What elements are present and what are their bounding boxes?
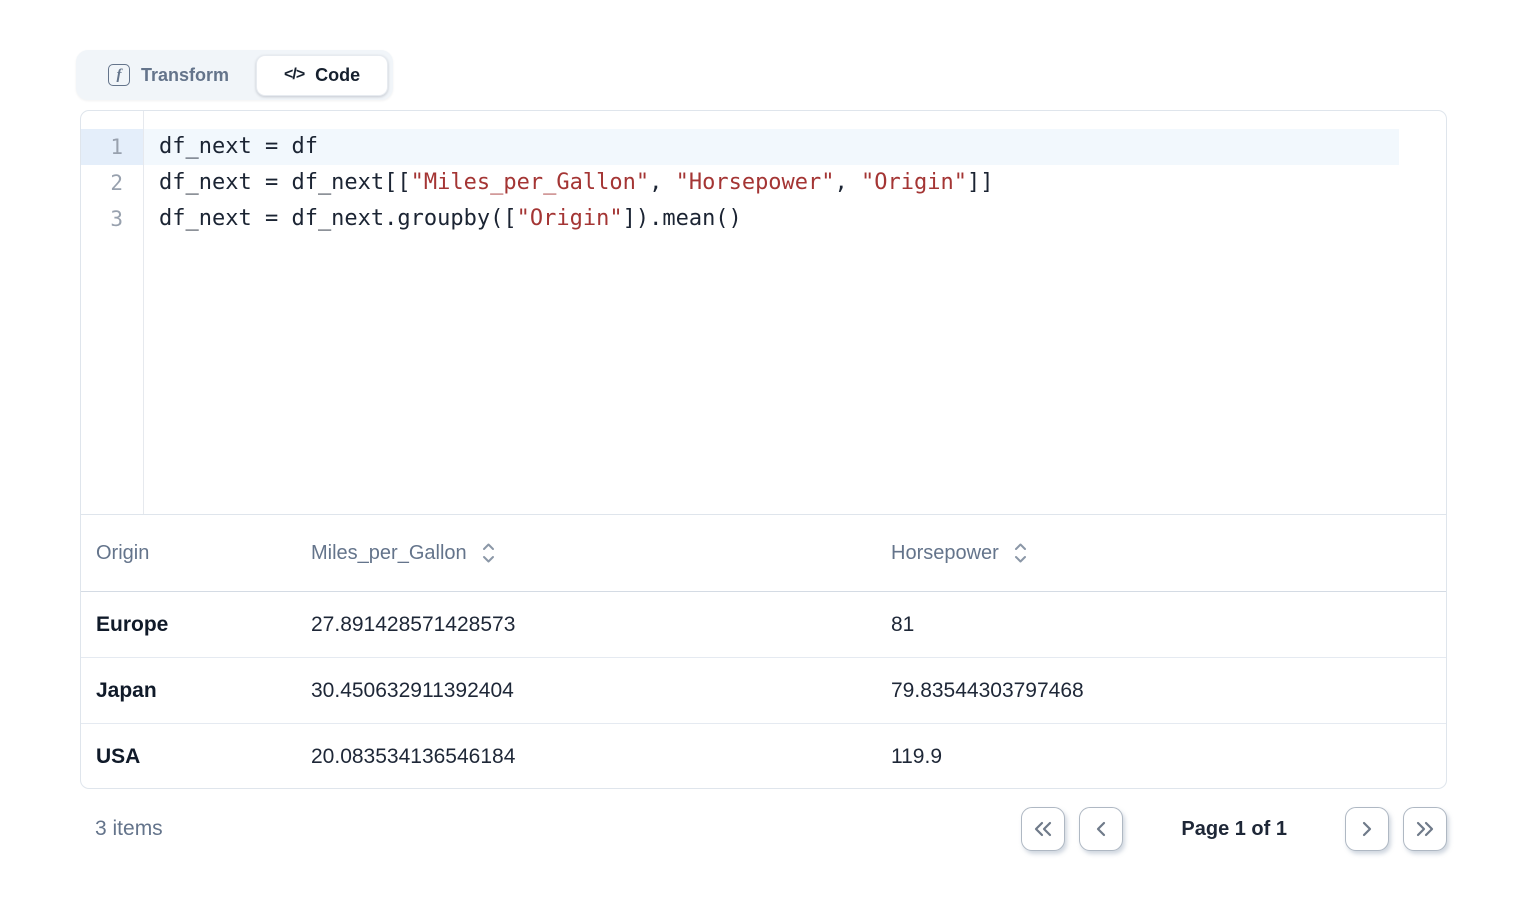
line-number: 2 bbox=[81, 165, 143, 201]
column-header-miles-per-gallon[interactable]: Miles_per_Gallon bbox=[311, 542, 891, 565]
code-token-plain: df_next = df bbox=[159, 134, 318, 159]
cell-horsepower: 79.83544303797468 bbox=[891, 679, 1446, 703]
code-line[interactable]: df_next = df_next.groupby(["Origin"]).me… bbox=[144, 201, 1399, 237]
table-row: Japan30.45063291139240479.83544303797468 bbox=[81, 658, 1446, 724]
code-line[interactable]: df_next = df_next[["Miles_per_Gallon", "… bbox=[144, 165, 1399, 201]
cell-horsepower: 81 bbox=[891, 613, 1446, 637]
tab-transform[interactable]: f Transform bbox=[81, 55, 256, 96]
column-header-hp-label: Horsepower bbox=[891, 542, 999, 565]
table-row: Europe27.89142857142857381 bbox=[81, 592, 1446, 658]
cell-origin: USA bbox=[81, 745, 311, 769]
page: f Transform </> Code 123 df_next = dfdf_… bbox=[0, 0, 1516, 918]
code-token-string: "Origin" bbox=[517, 206, 623, 231]
column-header-mpg-label: Miles_per_Gallon bbox=[311, 542, 467, 565]
chevron-left-icon bbox=[1092, 820, 1110, 838]
editor-code-column[interactable]: df_next = df df_next = df_next[["Miles_pe… bbox=[144, 111, 1446, 514]
double-chevron-left-icon bbox=[1032, 820, 1054, 838]
code-token-plain: , bbox=[835, 170, 862, 195]
column-header-origin: Origin bbox=[81, 542, 311, 565]
view-toggle-tabbar: f Transform </> Code bbox=[76, 50, 393, 100]
column-header-horsepower[interactable]: Horsepower bbox=[891, 542, 1446, 565]
tab-code-label: Code bbox=[315, 65, 360, 86]
code-editor[interactable]: 123 df_next = df df_next = df_next[["Mile… bbox=[81, 111, 1446, 514]
page-indicator: Page 1 of 1 bbox=[1181, 818, 1287, 841]
prev-page-button[interactable] bbox=[1079, 807, 1123, 851]
table-body: Europe27.89142857142857381Japan30.450632… bbox=[81, 592, 1446, 789]
items-count: 3 items bbox=[80, 817, 163, 841]
tab-code[interactable]: </> Code bbox=[256, 55, 388, 96]
table-header-row: Origin Miles_per_Gallon bbox=[81, 515, 1446, 592]
column-header-origin-label: Origin bbox=[96, 542, 149, 565]
result-table: Origin Miles_per_Gallon bbox=[81, 514, 1446, 789]
editor-gutter: 123 bbox=[81, 111, 144, 514]
code-line[interactable]: df_next = df bbox=[144, 129, 1399, 165]
code-and-table-panel: 123 df_next = df df_next = df_next[["Mile… bbox=[80, 110, 1447, 789]
table-footer: 3 items Page 1 of 1 bbox=[80, 789, 1447, 869]
sort-updown-icon[interactable] bbox=[1013, 542, 1028, 564]
function-icon: f bbox=[108, 64, 130, 86]
first-page-button[interactable] bbox=[1021, 807, 1065, 851]
code-token-plain: df_next = df_next[[ bbox=[159, 170, 411, 195]
code-token-plain: ]).mean() bbox=[623, 206, 742, 231]
code-token-plain: , bbox=[649, 170, 676, 195]
chevron-right-icon bbox=[1358, 820, 1376, 838]
next-page-button[interactable] bbox=[1345, 807, 1389, 851]
code-token-plain: df_next = df_next.groupby([ bbox=[159, 206, 517, 231]
line-number: 3 bbox=[81, 201, 143, 237]
cell-miles-per-gallon: 20.083534136546184 bbox=[311, 745, 891, 769]
cell-miles-per-gallon: 30.450632911392404 bbox=[311, 679, 891, 703]
pagination-controls: Page 1 of 1 bbox=[1021, 807, 1447, 851]
code-token-string: "Origin" bbox=[861, 170, 967, 195]
tab-transform-label: Transform bbox=[141, 65, 229, 86]
cell-origin: Japan bbox=[81, 679, 311, 703]
line-number: 1 bbox=[81, 129, 143, 165]
double-chevron-right-icon bbox=[1414, 820, 1436, 838]
code-token-plain: ]] bbox=[967, 170, 994, 195]
sort-updown-icon[interactable] bbox=[481, 542, 496, 564]
code-brackets-icon: </> bbox=[284, 66, 304, 84]
cell-horsepower: 119.9 bbox=[891, 745, 1446, 769]
cell-miles-per-gallon: 27.891428571428573 bbox=[311, 613, 891, 637]
code-token-string: "Horsepower" bbox=[676, 170, 835, 195]
code-token-string: "Miles_per_Gallon" bbox=[411, 170, 649, 195]
cell-origin: Europe bbox=[81, 613, 311, 637]
table-row: USA20.083534136546184119.9 bbox=[81, 724, 1446, 789]
last-page-button[interactable] bbox=[1403, 807, 1447, 851]
